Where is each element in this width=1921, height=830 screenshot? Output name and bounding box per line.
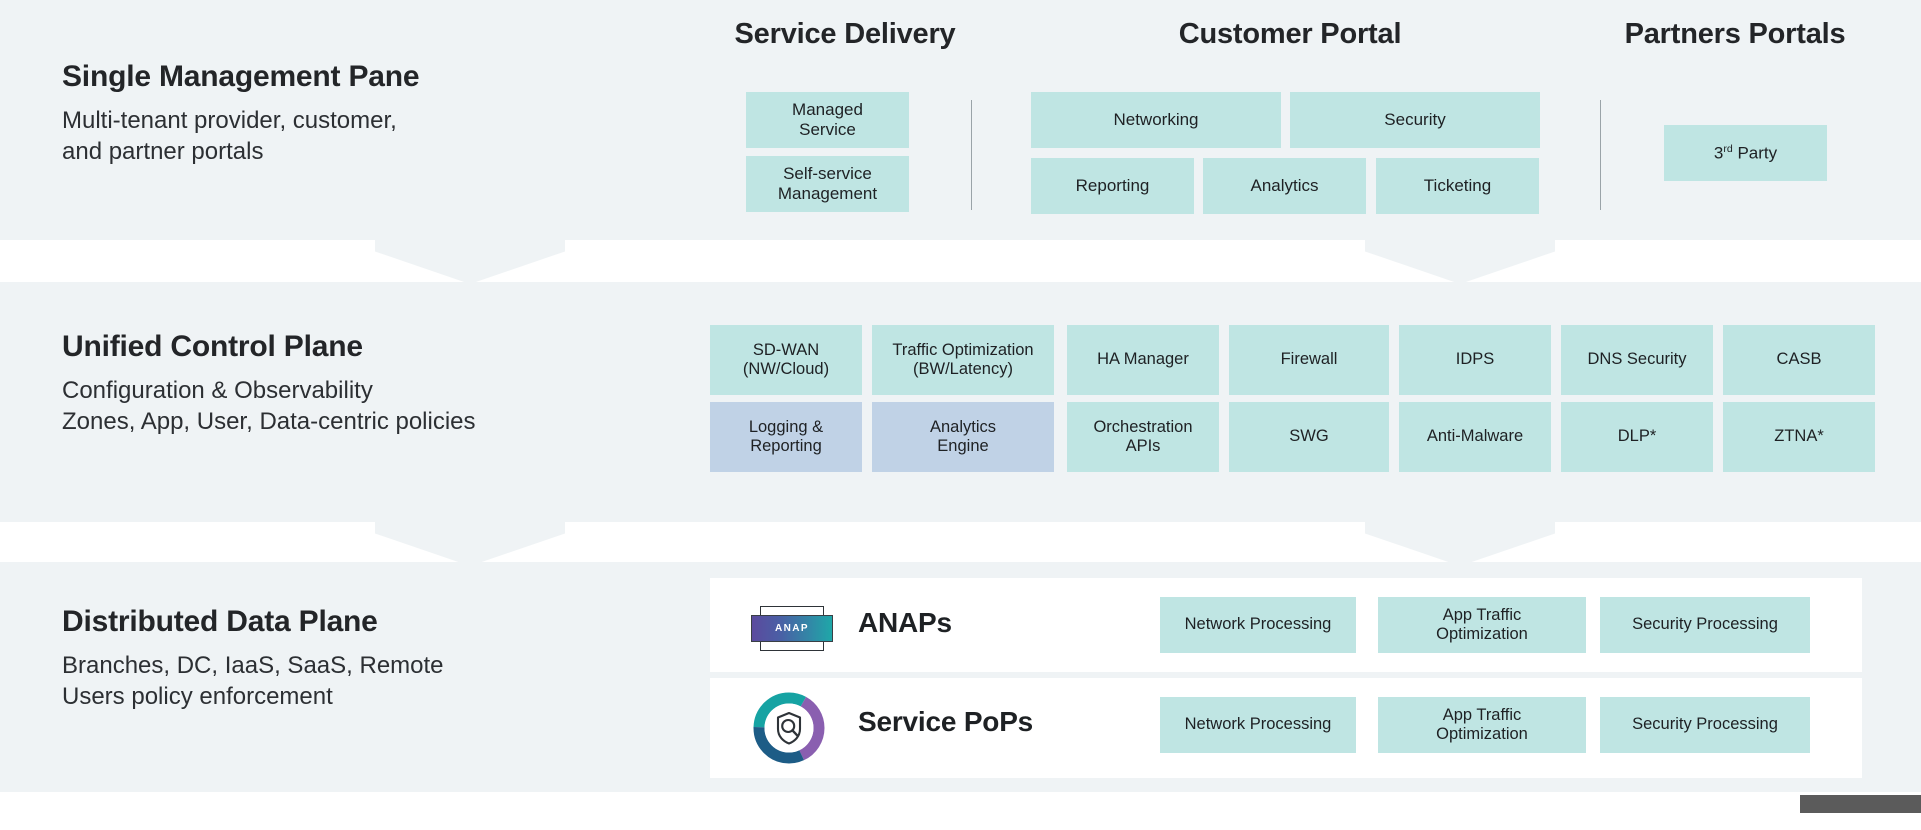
chip-ha-manager[interactable]: HA Manager (1067, 325, 1219, 395)
chip-anap-network-processing[interactable]: Network Processing (1160, 597, 1356, 653)
chip-anap-app-traffic-optimization[interactable]: App Traffic Optimization (1378, 597, 1586, 653)
service-pop-shield-icon (753, 692, 825, 764)
chip-3rd-party[interactable]: 3rd Party (1664, 125, 1827, 181)
data-title: Distributed Data Plane (62, 605, 378, 638)
chip-casb[interactable]: CASB (1723, 325, 1875, 395)
chevron-down-icon-right-2 (1365, 522, 1555, 566)
control-subtitle: Configuration & Observability Zones, App… (62, 377, 476, 435)
anap-bracket-top (760, 606, 824, 615)
chip-pop-security-processing[interactable]: Security Processing (1600, 697, 1810, 753)
chip-ticketing[interactable]: Ticketing (1376, 158, 1539, 214)
chip-self-service-management[interactable]: Self-service Management (746, 156, 909, 212)
chip-managed-service[interactable]: Managed Service (746, 92, 909, 148)
chip-analytics[interactable]: Analytics (1203, 158, 1366, 214)
anap-bracket-bottom (760, 642, 824, 651)
chip-traffic-optimization[interactable]: Traffic Optimization (BW/Latency) (872, 325, 1054, 395)
bottom-progress-bar (1800, 795, 1921, 813)
divider-customer-portal (1600, 100, 1601, 210)
chip-pop-network-processing[interactable]: Network Processing (1160, 697, 1356, 753)
data-left-block: Distributed Data Plane Branches, DC, Iaa… (62, 605, 444, 712)
management-subtitle: Multi-tenant provider, customer, and par… (62, 107, 397, 165)
chevron-down-icon-left-1 (375, 240, 565, 284)
chip-idps[interactable]: IDPS (1399, 325, 1551, 395)
chip-security[interactable]: Security (1290, 92, 1540, 148)
chip-firewall[interactable]: Firewall (1229, 325, 1389, 395)
control-left-block: Unified Control Plane Configuration & Ob… (62, 330, 476, 437)
label-anaps: ANAPs (858, 607, 952, 638)
chip-anti-malware[interactable]: Anti-Malware (1399, 402, 1551, 472)
data-subtitle: Branches, DC, IaaS, SaaS, Remote Users p… (62, 652, 444, 710)
chip-dlp[interactable]: DLP* (1561, 402, 1713, 472)
chevron-down-icon-right-1 (1365, 240, 1555, 284)
label-service-pops: Service PoPs (858, 706, 1034, 737)
chip-analytics-engine[interactable]: Analytics Engine (872, 402, 1054, 472)
chip-reporting[interactable]: Reporting (1031, 158, 1194, 214)
chip-orchestration-apis[interactable]: Orchestration APIs (1067, 402, 1219, 472)
chip-networking[interactable]: Networking (1031, 92, 1281, 148)
column-header-partners-portals: Partners Portals (1624, 18, 1846, 50)
anap-logo-text: ANAP (775, 623, 809, 634)
control-title: Unified Control Plane (62, 330, 363, 363)
chip-3rd-party-label: 3rd Party (1713, 142, 1778, 163)
architecture-diagram: Single Management Pane Multi-tenant prov… (0, 0, 1921, 830)
chevron-down-icon-left-2 (375, 522, 565, 566)
chip-ztna[interactable]: ZTNA* (1723, 402, 1875, 472)
column-header-service-delivery: Service Delivery (734, 18, 956, 50)
anap-logo-bar: ANAP (751, 615, 833, 642)
chip-sd-wan[interactable]: SD-WAN (NW/Cloud) (710, 325, 862, 395)
chip-swg[interactable]: SWG (1229, 402, 1389, 472)
chip-anap-security-processing[interactable]: Security Processing (1600, 597, 1810, 653)
anap-logo-icon: ANAP (751, 604, 833, 652)
column-header-customer-portal: Customer Portal (1178, 18, 1402, 50)
chip-dns-security[interactable]: DNS Security (1561, 325, 1713, 395)
divider-service-delivery (971, 100, 972, 210)
management-title: Single Management Pane (62, 60, 420, 93)
management-left-block: Single Management Pane Multi-tenant prov… (62, 60, 420, 167)
chip-pop-app-traffic-optimization[interactable]: App Traffic Optimization (1378, 697, 1586, 753)
chip-logging-reporting[interactable]: Logging & Reporting (710, 402, 862, 472)
